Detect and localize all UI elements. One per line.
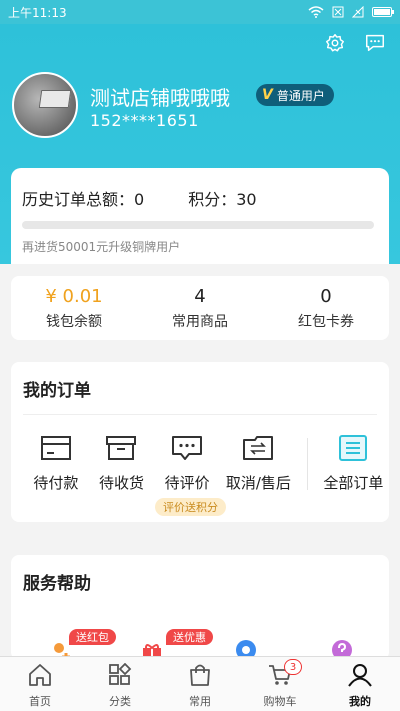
status-bar: 上午11:13 bbox=[0, 0, 400, 24]
battery-icon bbox=[372, 7, 394, 17]
tab-category[interactable]: 分类 bbox=[80, 657, 160, 711]
tab-profile[interactable]: 我的 bbox=[320, 657, 400, 711]
vip-icon: V bbox=[262, 87, 273, 103]
frequent-items-label: 常用商品 bbox=[172, 314, 228, 330]
tab-home[interactable]: 首页 bbox=[0, 657, 80, 711]
wallet-icon bbox=[40, 436, 71, 460]
tab-frequent-label: 常用 bbox=[189, 695, 211, 708]
cart-count-badge: 3 bbox=[284, 659, 302, 675]
stats-card: ¥ 0.01 钱包余额 4 常用商品 0 红包卡券 bbox=[11, 276, 389, 340]
tab-home-label: 首页 bbox=[29, 695, 51, 708]
order-after-sales[interactable]: 取消/售后 bbox=[220, 434, 297, 493]
status-icons bbox=[308, 6, 394, 18]
sim-icon bbox=[332, 6, 344, 18]
member-level-badge[interactable]: V 普通用户 bbox=[256, 84, 334, 106]
upgrade-progress bbox=[22, 221, 374, 229]
order-all-label: 全部订单 bbox=[323, 474, 384, 492]
order-pending-review-label: 待评价 bbox=[164, 474, 210, 492]
user-phone: 152****1651 bbox=[90, 111, 199, 130]
tab-category-label: 分类 bbox=[109, 695, 131, 708]
profile-icon bbox=[348, 664, 372, 687]
status-time: 上午11:13 bbox=[8, 5, 67, 20]
review-points-hint: 评价送积分 bbox=[155, 498, 226, 516]
message-icon[interactable] bbox=[364, 32, 386, 54]
service-tag-discount: 送优惠 bbox=[166, 629, 213, 645]
service-title: 服务帮助 bbox=[23, 574, 91, 594]
tab-cart-label: 购物车 bbox=[263, 695, 297, 708]
frequent-items[interactable]: 4 常用商品 bbox=[137, 276, 263, 340]
order-all[interactable]: 全部订单 bbox=[318, 434, 389, 493]
order-pending-receipt[interactable]: 待收货 bbox=[89, 434, 155, 493]
points-value: 积分：30 bbox=[188, 190, 257, 209]
store-name: 测试店铺哦哦哦 bbox=[90, 86, 230, 110]
comment-icon bbox=[172, 436, 203, 460]
signal-icon bbox=[352, 6, 364, 18]
orders-card: 我的订单 待付款 待收货 待评价 取消/售后 全部订单 评价送积分 bbox=[11, 362, 389, 522]
history-card: 历史订单总额：0 积分：30 再进货50001元升级铜牌用户 bbox=[11, 168, 389, 264]
orders-title: 我的订单 bbox=[23, 381, 91, 401]
frequent-items-value: 4 bbox=[194, 286, 206, 307]
order-list-icon bbox=[339, 435, 368, 461]
coupons-label: 红包卡券 bbox=[298, 314, 354, 330]
avatar[interactable] bbox=[12, 72, 78, 138]
wifi-icon bbox=[308, 6, 324, 18]
order-pending-review[interactable]: 待评价 bbox=[154, 434, 220, 493]
order-pending-payment-label: 待付款 bbox=[33, 474, 79, 492]
bag-icon bbox=[190, 664, 210, 686]
order-pending-payment[interactable]: 待付款 bbox=[23, 434, 89, 493]
coupons[interactable]: 0 红包卡券 bbox=[263, 276, 389, 340]
history-order-total: 历史订单总额：0 bbox=[22, 190, 145, 209]
tab-frequent[interactable]: 常用 bbox=[160, 657, 240, 711]
order-pending-receipt-label: 待收货 bbox=[98, 474, 144, 492]
category-icon bbox=[109, 662, 132, 685]
home-icon bbox=[29, 664, 51, 686]
wallet-balance-value: ¥ 0.01 bbox=[45, 286, 103, 307]
divider bbox=[306, 438, 308, 490]
divider bbox=[23, 414, 377, 415]
order-after-sales-label: 取消/售后 bbox=[225, 474, 291, 492]
bottom-tab-bar: 首页 分类 常用 3 购物车 我的 bbox=[0, 656, 400, 711]
return-icon bbox=[243, 436, 274, 460]
box-icon bbox=[106, 436, 137, 460]
service-card: 服务帮助 送红包 送优惠 bbox=[11, 555, 389, 662]
service-tag-red-packet: 送红包 bbox=[69, 629, 116, 645]
upgrade-note: 再进货50001元升级铜牌用户 bbox=[22, 240, 181, 254]
wallet-balance[interactable]: ¥ 0.01 钱包余额 bbox=[11, 276, 137, 340]
member-level-label: 普通用户 bbox=[276, 88, 325, 103]
settings-icon[interactable] bbox=[324, 32, 346, 54]
coupons-value: 0 bbox=[320, 286, 332, 307]
wallet-balance-label: 钱包余额 bbox=[46, 314, 102, 330]
tab-cart[interactable]: 3 购物车 bbox=[240, 657, 320, 711]
tab-profile-label: 我的 bbox=[349, 695, 371, 708]
